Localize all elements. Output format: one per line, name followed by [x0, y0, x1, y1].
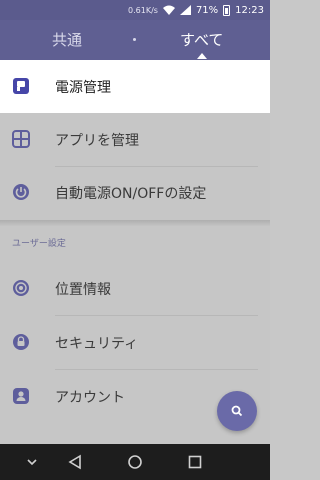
menu-item-label: アカウント — [55, 389, 125, 406]
search-fab-button[interactable] — [217, 391, 257, 431]
wifi-icon — [162, 5, 175, 15]
menu-item-label: 位置情報 — [55, 281, 111, 298]
search-icon — [231, 405, 243, 417]
battery-icon — [223, 4, 231, 16]
power-manager-icon — [13, 78, 29, 94]
status-bar: 0.61K/s 71% 12:23 — [0, 0, 270, 20]
menu-item-location[interactable]: 位置情報 — [0, 262, 270, 315]
menu-item-label: セキュリティ — [55, 335, 139, 352]
network-speed: 0.61K/s — [128, 5, 158, 15]
account-icon — [13, 388, 29, 404]
menu-item-label: 自動電源ON/OFFの設定 — [55, 185, 207, 202]
battery-percent: 71% — [195, 4, 219, 16]
menu-item-power-management[interactable]: 電源管理 — [0, 60, 270, 113]
chevron-down-icon[interactable] — [23, 453, 41, 471]
settings-list: 電源管理 アプリを管理 自動電源ON/OFFの設定 ユーザー設定 位置情報 セキ… — [0, 60, 270, 444]
tab-separator-dot — [133, 38, 136, 41]
app-grid-icon — [12, 130, 30, 148]
back-icon[interactable] — [67, 453, 85, 471]
recents-icon[interactable] — [186, 453, 204, 471]
tab-bar: 共通 すべて — [0, 20, 270, 60]
menu-item-manage-apps[interactable]: アプリを管理 — [0, 113, 270, 166]
power-schedule-icon — [13, 184, 29, 200]
section-separator — [0, 220, 270, 226]
location-icon — [13, 280, 29, 296]
lock-icon — [13, 334, 29, 350]
menu-item-label: アプリを管理 — [55, 132, 139, 149]
signal-icon — [179, 5, 191, 15]
menu-item-label: 電源管理 — [55, 79, 111, 96]
clock: 12:23 — [235, 4, 264, 16]
home-icon[interactable] — [126, 453, 144, 471]
tab-common[interactable]: 共通 — [52, 29, 82, 50]
menu-item-auto-power-schedule[interactable]: 自動電源ON/OFFの設定 — [0, 166, 270, 219]
navigation-bar — [0, 444, 270, 480]
menu-item-security[interactable]: セキュリティ — [0, 316, 270, 369]
section-header-user-settings: ユーザー設定 — [12, 239, 66, 249]
selected-tab-indicator — [197, 53, 207, 59]
tab-all[interactable]: すべて — [180, 29, 223, 50]
